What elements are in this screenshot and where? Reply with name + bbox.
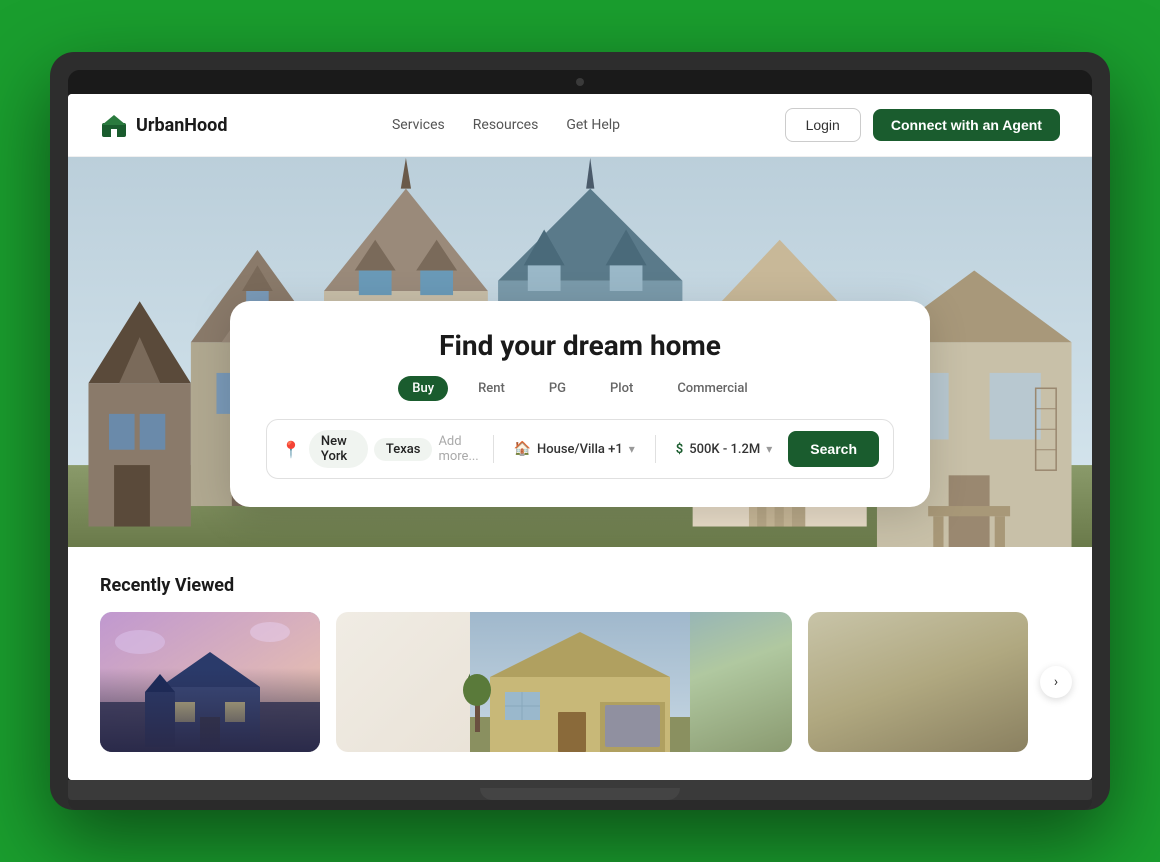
property-type-text: House/Villa +1 — [537, 442, 623, 457]
laptop-stand — [480, 788, 680, 800]
laptop-screen: UrbanHood Services Resources Get Help Lo… — [68, 70, 1092, 780]
add-more-locations[interactable]: Add more... — [438, 434, 480, 464]
connect-agent-button[interactable]: Connect with an Agent — [873, 109, 1060, 141]
laptop-frame: UrbanHood Services Resources Get Help Lo… — [50, 52, 1110, 810]
house-icon: 🏠 — [514, 441, 531, 457]
property-cards-row: › — [100, 612, 1060, 752]
location-texas[interactable]: Texas — [374, 438, 433, 461]
search-tabs: Buy Rent PG Plot Commercial — [266, 376, 894, 401]
search-bar: 📍 New York Texas Add more... 🏠 House/Vil… — [266, 419, 894, 479]
pin-icon: 📍 — [281, 440, 301, 459]
hero-title: Find your dream home — [266, 329, 894, 362]
tab-plot[interactable]: Plot — [596, 376, 647, 401]
navbar: UrbanHood Services Resources Get Help Lo… — [68, 94, 1092, 157]
nav-actions: Login Connect with an Agent — [785, 108, 1060, 142]
dollar-icon: $ — [676, 442, 683, 457]
property-type-filter[interactable]: 🏠 House/Villa +1 ▾ — [506, 441, 643, 457]
tab-buy[interactable]: Buy — [398, 376, 448, 401]
search-location: 📍 New York Texas Add more... — [281, 430, 481, 468]
recently-viewed-section: Recently Viewed — [68, 547, 1092, 780]
laptop-foot — [68, 800, 1092, 810]
logo-text: UrbanHood — [136, 115, 227, 136]
recently-viewed-title: Recently Viewed — [100, 575, 1060, 596]
tab-commercial[interactable]: Commercial — [663, 376, 761, 401]
next-arrow-button[interactable]: › — [1040, 666, 1072, 698]
nav-links: Services Resources Get Help — [392, 117, 620, 133]
login-button[interactable]: Login — [785, 108, 861, 142]
nav-get-help[interactable]: Get Help — [566, 117, 620, 133]
nav-services[interactable]: Services — [392, 117, 445, 133]
hero-section: Find your dream home Buy Rent PG Plot Co… — [68, 157, 1092, 547]
laptop-base — [68, 780, 1092, 800]
browser-content: UrbanHood Services Resources Get Help Lo… — [68, 94, 1092, 780]
divider-2 — [655, 435, 656, 463]
search-button[interactable]: Search — [788, 431, 879, 467]
camera-dot — [576, 78, 584, 86]
price-range-text: 500K - 1.2M — [689, 442, 760, 457]
hero-search-card: Find your dream home Buy Rent PG Plot Co… — [230, 301, 930, 507]
nav-resources[interactable]: Resources — [473, 117, 539, 133]
location-tags: New York Texas Add more... — [309, 430, 481, 468]
tab-pg[interactable]: PG — [535, 376, 580, 401]
divider-1 — [493, 435, 494, 463]
chevron-down-icon: ▾ — [629, 442, 635, 456]
tab-rent[interactable]: Rent — [464, 376, 519, 401]
camera-notch — [68, 70, 1092, 94]
chevron-right-icon: › — [1054, 674, 1058, 690]
price-chevron-icon: ▾ — [766, 442, 772, 456]
price-filter[interactable]: $ 500K - 1.2M ▾ — [668, 442, 781, 457]
logo-area: UrbanHood — [100, 111, 227, 139]
logo-icon — [100, 111, 128, 139]
property-card-4[interactable] — [808, 612, 1028, 752]
location-new-york[interactable]: New York — [309, 430, 368, 468]
